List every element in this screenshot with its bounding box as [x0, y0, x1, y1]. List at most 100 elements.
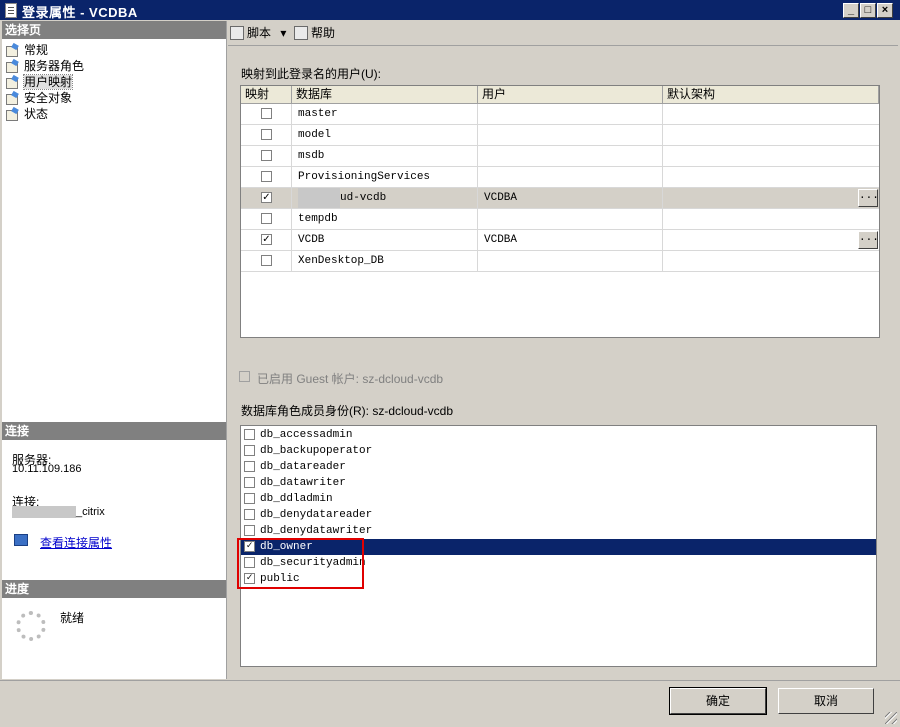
role-item[interactable]: db_accessadmin — [241, 427, 876, 443]
page-icon — [6, 44, 20, 57]
user-cell: VCDBA — [478, 188, 663, 208]
mapping-row[interactable]: tempdb — [241, 209, 879, 230]
highlight-box — [237, 538, 364, 589]
map-checkbox[interactable] — [261, 171, 272, 182]
connection-header: 连接 — [2, 422, 226, 440]
role-name: db_datawriter — [260, 477, 346, 489]
map-checkbox[interactable] — [261, 255, 272, 266]
nav-item-label: 用户映射 — [22, 74, 74, 90]
role-item[interactable]: db_datawriter — [241, 475, 876, 491]
select-page-header: 选择页 — [2, 21, 226, 39]
map-checkbox[interactable] — [261, 108, 272, 119]
minimize-button[interactable]: _ — [843, 3, 859, 18]
database-cell: model — [292, 125, 478, 145]
role-checkbox[interactable] — [244, 509, 255, 520]
toolbar-divider — [228, 45, 898, 46]
nav-item-securables[interactable]: 安全对象 — [6, 90, 72, 106]
database-name: master — [298, 108, 338, 120]
role-name: db_denydatareader — [260, 509, 373, 521]
redacted-block — [12, 506, 76, 518]
map-checkbox[interactable] — [261, 129, 272, 140]
left-pane: 选择页 常规 服务器角色 用户映射 安全对象 状态 连接 服务器: 10.11.… — [2, 21, 227, 679]
database-name: VCDB — [298, 234, 325, 246]
script-icon — [230, 26, 244, 40]
nav-item-label: 状态 — [24, 107, 49, 121]
user-cell — [478, 167, 663, 187]
role-item[interactable]: db_denydatawriter — [241, 523, 876, 539]
column-header-user[interactable]: 用户 — [478, 86, 663, 104]
cancel-button[interactable]: 取消 — [778, 688, 874, 714]
help-button[interactable]: 帮助 — [294, 25, 335, 41]
page-icon — [6, 60, 20, 73]
role-name: db_denydatawriter — [260, 525, 373, 537]
mapping-row[interactable]: master — [241, 104, 879, 125]
default-schema-cell — [663, 125, 879, 145]
user-cell — [478, 209, 663, 229]
mapping-row[interactable]: ✓ ud-vcdb VCDBA... — [241, 188, 879, 209]
script-button[interactable]: 脚本 ▾ — [230, 25, 286, 41]
window-title: 登录属性 - VCDBA — [22, 5, 138, 20]
user-cell: VCDBA — [478, 230, 663, 250]
connection-value: _citrix — [12, 506, 105, 518]
role-item[interactable]: db_ddladmin — [241, 491, 876, 507]
database-cell: ProvisioningServices — [292, 167, 478, 187]
browse-schema-button[interactable]: ... — [858, 189, 879, 207]
role-checkbox[interactable] — [244, 525, 255, 536]
mapping-row[interactable]: XenDesktop_DB — [241, 251, 879, 272]
default-schema-cell: ... — [663, 188, 879, 208]
connection-properties-icon — [14, 534, 28, 549]
role-checkbox[interactable] — [244, 493, 255, 504]
role-checkbox[interactable] — [244, 445, 255, 456]
map-checkbox[interactable]: ✓ — [261, 234, 272, 245]
column-header-database[interactable]: 数据库 — [292, 86, 478, 104]
user-cell — [478, 146, 663, 166]
map-cell — [241, 104, 292, 124]
nav-item-user-mapping[interactable]: 用户映射 — [6, 74, 74, 90]
database-name: ProvisioningServices — [298, 171, 431, 183]
column-header-map[interactable]: 映射 — [241, 86, 292, 104]
database-name: ud-vcdb — [340, 192, 387, 204]
nav-item-server-roles[interactable]: 服务器角色 — [6, 58, 84, 74]
role-item[interactable]: db_datareader — [241, 459, 876, 475]
database-cell: msdb — [292, 146, 478, 166]
server-value: 10.11.109.186 — [12, 463, 82, 475]
checkbox-box — [239, 371, 250, 382]
map-cell — [241, 146, 292, 166]
nav-item-status[interactable]: 状态 — [6, 106, 48, 122]
database-cell: master — [292, 104, 478, 124]
ok-button[interactable]: 确定 — [669, 687, 767, 715]
role-name: db_ddladmin — [260, 493, 333, 505]
database-cell: ud-vcdb — [292, 188, 478, 208]
database-cell: tempdb — [292, 209, 478, 229]
mapping-row[interactable]: ✓ VCDB VCDBA... — [241, 230, 879, 251]
mapping-row[interactable]: model — [241, 125, 879, 146]
resize-grip-icon[interactable] — [885, 712, 897, 724]
mapping-row[interactable]: ProvisioningServices — [241, 167, 879, 188]
nav-item-general[interactable]: 常规 — [6, 42, 48, 58]
map-checkbox[interactable] — [261, 213, 272, 224]
browse-schema-button[interactable]: ... — [858, 231, 879, 249]
role-checkbox[interactable] — [244, 429, 255, 440]
view-connection-properties-link[interactable]: 查看连接属性 — [40, 534, 112, 551]
mapping-row[interactable]: msdb — [241, 146, 879, 167]
map-checkbox[interactable] — [261, 150, 272, 161]
help-label: 帮助 — [311, 26, 336, 40]
database-name: msdb — [298, 150, 325, 162]
dropdown-arrow-icon: ▾ — [280, 26, 287, 40]
page-icon — [6, 76, 20, 89]
map-cell: ✓ — [241, 188, 292, 208]
role-item[interactable]: db_denydatareader — [241, 507, 876, 523]
close-button[interactable]: × — [877, 3, 893, 18]
default-schema-cell — [663, 167, 879, 187]
role-name: db_backupoperator — [260, 445, 373, 457]
column-header-default-schema[interactable]: 默认架构 — [663, 86, 879, 104]
role-name: db_accessadmin — [260, 429, 353, 441]
role-item[interactable]: db_backupoperator — [241, 443, 876, 459]
connection-value-text: _citrix — [76, 506, 105, 518]
progress-spinner-icon — [16, 611, 46, 641]
role-checkbox[interactable] — [244, 477, 255, 488]
role-checkbox[interactable] — [244, 461, 255, 472]
map-checkbox[interactable]: ✓ — [261, 192, 272, 203]
map-cell — [241, 251, 292, 271]
maximize-button[interactable]: □ — [860, 3, 876, 18]
